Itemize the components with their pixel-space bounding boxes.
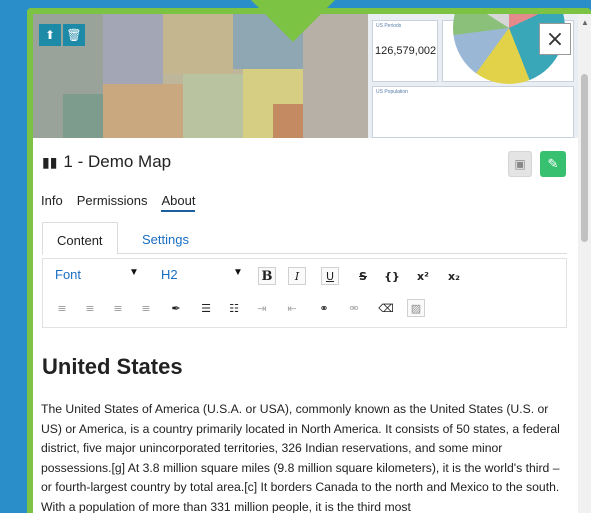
tab-content[interactable]: Content	[42, 222, 118, 255]
eraser-icon[interactable]: ⌫	[377, 299, 395, 317]
map-icon: ▮▮	[42, 153, 58, 170]
content-heading: United States	[42, 354, 183, 379]
rich-text-toolbar: Font ▼ H2 ▼ B I U S {} x² x₂ ≡ ≡ ≡ ≡ ✒ ☰…	[42, 258, 567, 328]
scroll-up-icon[interactable]: ▲	[581, 18, 589, 27]
underline-button[interactable]: U	[321, 267, 339, 285]
heading-select[interactable]: H2	[161, 267, 178, 282]
scrollbar[interactable]: ▲	[578, 14, 591, 513]
subscript-button[interactable]: x₂	[445, 267, 463, 285]
stat-value: 126,579,002	[375, 45, 437, 57]
stat-card: US Periods 126,579,002	[372, 20, 438, 82]
code-button[interactable]: {}	[383, 267, 401, 285]
population-card: US Population	[372, 86, 574, 138]
outdent-icon[interactable]: ⇤	[283, 299, 301, 317]
item-title: ▮▮ 1 - Demo Map	[42, 152, 171, 172]
content-tabs: Content Settings	[42, 222, 567, 255]
strikethrough-button[interactable]: S	[354, 267, 372, 285]
bold-button[interactable]: B	[258, 267, 276, 285]
save-button[interactable]: ▣	[508, 151, 532, 177]
font-select[interactable]: Font	[55, 267, 81, 282]
upload-icon[interactable]: ⬆	[39, 24, 61, 46]
content-paragraph: The United States of America (U.S.A. or …	[41, 402, 560, 513]
align-left-icon[interactable]: ≡	[53, 299, 71, 317]
pointer-chevron	[249, 0, 337, 42]
trash-icon[interactable]: 🗑	[63, 24, 85, 46]
scrollbar-thumb[interactable]	[581, 74, 588, 242]
numbered-list-icon[interactable]: ☷	[225, 299, 243, 317]
edit-button[interactable]: ✎	[540, 151, 566, 177]
heading-dropdown-icon[interactable]: ▼	[233, 267, 243, 278]
font-dropdown-icon[interactable]: ▼	[129, 267, 139, 278]
tab-info[interactable]: Info	[41, 193, 63, 212]
item-panel: US Periods 126,579,002 US Population ⬆ 🗑…	[33, 14, 591, 513]
italic-button[interactable]: I	[288, 267, 306, 285]
indent-icon[interactable]: ⇥	[253, 299, 271, 317]
image-icon[interactable]: ▨	[407, 299, 425, 317]
unlink-icon[interactable]: ⚮	[345, 299, 363, 317]
tab-about[interactable]: About	[161, 193, 196, 212]
color-icon[interactable]: ✒	[167, 299, 185, 317]
tab-permissions[interactable]: Permissions	[77, 193, 148, 212]
align-right-icon[interactable]: ≡	[109, 299, 127, 317]
close-button[interactable]: ×	[539, 23, 571, 55]
bullet-list-icon[interactable]: ☰	[197, 299, 215, 317]
tab-settings[interactable]: Settings	[128, 222, 203, 255]
align-justify-icon[interactable]: ≡	[137, 299, 155, 317]
superscript-button[interactable]: x²	[414, 267, 432, 285]
edit-icon: ✎	[547, 156, 559, 171]
item-tabs: Info Permissions About	[41, 193, 196, 212]
link-icon[interactable]: ⚭	[315, 299, 333, 317]
save-icon: ▣	[514, 157, 526, 171]
align-center-icon[interactable]: ≡	[81, 299, 99, 317]
item-title-text: 1 - Demo Map	[63, 152, 172, 171]
